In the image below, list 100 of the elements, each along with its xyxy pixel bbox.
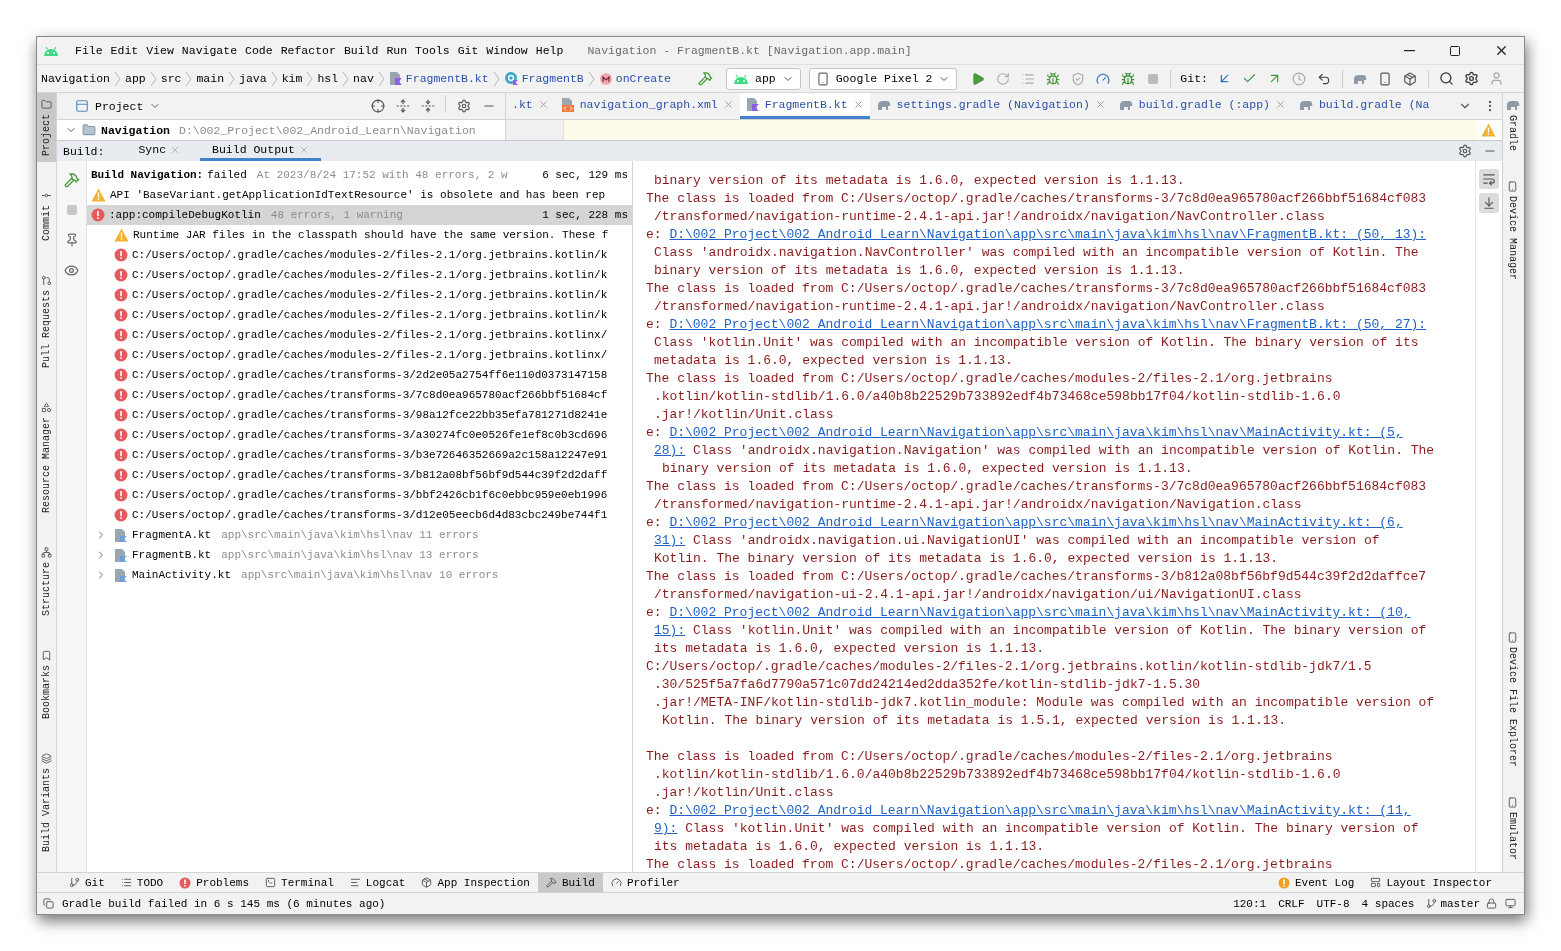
breadcrumb[interactable]: main — [194, 67, 227, 90]
caret-position[interactable]: 120:1 — [1227, 897, 1273, 910]
build-tree-item[interactable]: C:/Users/octop/.gradle/caches/modules-2/files-2.1/org.jetbrains.kotlin/k — [87, 265, 632, 285]
file-link[interactable]: D:\002_Project\002_Android_Learn\Navigation\app\src\main\java\kim\hsl\nav\MainActivity.kt: (5, — [669, 425, 1403, 440]
menu-item[interactable]: Tools — [411, 39, 454, 62]
run-config-dropdown[interactable]: app — [726, 67, 801, 90]
file-link[interactable]: D:\002_Project\002_Android_Learn\Navigation\app\src\main\java\kim\hsl\nav\FragmentB.kt: (50, 13): — [669, 227, 1427, 242]
tool-window-button[interactable]: Pull Requests — [37, 269, 56, 375]
tool-tab[interactable]: Logcat — [341, 873, 414, 892]
build-tree-item[interactable]: C:/Users/octop/.gradle/caches/transforms-3/bbf2426cb1f6c0ebbc959e0eb1996 — [87, 485, 632, 505]
file-link[interactable]: D:\002_Project\002_Android_Learn\Navigation\app\src\main\java\kim\hsl\nav\MainActivity.kt: (6, — [669, 515, 1403, 530]
build-tree-item[interactable]: Runtime JAR files in the classpath should have the same version. These f — [87, 225, 632, 245]
device-dropdown[interactable]: Google Pixel 2 — [808, 67, 958, 90]
menu-item[interactable]: Run — [382, 39, 412, 62]
editor-tab[interactable]: navigation_graph.xml — [554, 93, 740, 119]
build-tree-item[interactable]: C:/Users/octop/.gradle/caches/transforms-3/d12e05eecb6d4d83cbc249be744f1 — [87, 505, 632, 525]
menu-item[interactable]: Git — [453, 39, 483, 62]
editor-tab[interactable]: settings.gradle (Navigation) — [869, 93, 1112, 119]
file-link[interactable]: 31): — [654, 533, 686, 548]
file-link[interactable]: 15): — [654, 623, 686, 638]
close-icon[interactable] — [170, 144, 181, 155]
build-tree-item[interactable]: C:/Users/octop/.gradle/caches/transforms-3/b812a08bf56bf9d544c39f2d2daff — [87, 465, 632, 485]
breadcrumb[interactable]: onCreate — [596, 67, 673, 90]
build-tree-item[interactable]: C:/Users/octop/.gradle/caches/transforms-3/a30274fc0e0526fe1ef8c0b3cd696 — [87, 425, 632, 445]
breadcrumb[interactable]: hsl — [315, 67, 341, 90]
file-link[interactable]: D:\002_Project\002_Android_Learn\Navigation\app\src\main\java\kim\hsl\nav\MainActivity.kt: (11, — [669, 803, 1411, 818]
build-tree-item[interactable]: MainActivity.kt app\src\main\java\kim\hsl\nav 10 errors — [87, 565, 632, 585]
tool-tab[interactable]: Build — [537, 873, 603, 892]
build-tree-item[interactable]: C:/Users/octop/.gradle/caches/modules-2/files-2.1/org.jetbrains.kotlinx/ — [87, 325, 632, 345]
panel-tab[interactable]: Sync — [126, 141, 193, 161]
git-branch[interactable]: master — [1420, 897, 1486, 910]
file-link[interactable]: 9): — [654, 821, 678, 836]
file-link[interactable]: D:\002_Project\002_Android_Learn\Navigation\app\src\main\java\kim\hsl\nav\FragmentB.kt: (50, 27): — [669, 317, 1427, 332]
tool-window-button[interactable]: Build Variants — [37, 747, 56, 859]
build-tree-item[interactable]: C:/Users/octop/.gradle/caches/modules-2/files-2.1/org.jetbrains.kotlinx/ — [87, 345, 632, 365]
build-tree-item[interactable]: FragmentA.kt app\src\main\java\kim\hsl\nav 11 errors — [87, 525, 632, 545]
breadcrumb[interactable]: Navigation — [39, 67, 112, 90]
breadcrumb[interactable]: kim — [279, 67, 305, 90]
tool-window-button[interactable]: Device File Explorer — [1503, 625, 1522, 773]
close-icon[interactable] — [537, 99, 549, 110]
breadcrumb[interactable]: FragmentB — [501, 67, 586, 90]
menu-item[interactable]: View — [142, 39, 178, 62]
tool-window-button[interactable]: Commit — [37, 184, 56, 248]
tool-tab[interactable]: Git — [61, 873, 113, 892]
build-tree-item[interactable]: C:/Users/octop/.gradle/caches/modules-2/files-2.1/org.jetbrains.kotlin/k — [87, 285, 632, 305]
build-tree-item[interactable]: C:/Users/octop/.gradle/caches/transforms-3/2d2e05a2754ff6e110d0373147158 — [87, 365, 632, 385]
build-tree-item[interactable]: :app:compileDebugKotlin 48 errors, 1 warning 1 sec, 228 ms — [87, 205, 632, 225]
breadcrumb[interactable]: java — [237, 67, 269, 90]
menu-item[interactable]: Code — [241, 39, 277, 62]
close-icon[interactable] — [1274, 99, 1286, 110]
menu-item[interactable]: Edit — [106, 39, 143, 62]
tool-window-button[interactable]: Resource Manager — [37, 396, 56, 520]
build-tree-item[interactable]: C:/Users/octop/.gradle/caches/transforms-3/7c8d0ea965780acf266bbf51684cf — [87, 385, 632, 405]
editor-tab[interactable]: .kt — [506, 93, 555, 119]
soft-wrap-button[interactable] — [1479, 169, 1499, 189]
indent-setting[interactable]: 4 spaces — [1355, 897, 1421, 910]
file-link[interactable]: D:\002_Project\002_Android_Learn\Navigation\app\src\main\java\kim\hsl\nav\MainActivity.kt: (10, — [669, 605, 1411, 620]
breadcrumb[interactable]: app — [123, 67, 148, 90]
breadcrumb[interactable]: src — [158, 67, 184, 90]
tool-window-button[interactable]: Structure — [37, 541, 56, 623]
breadcrumb[interactable]: nav — [351, 67, 376, 90]
tool-tab[interactable]: Event Log — [1269, 873, 1363, 892]
editor-tab[interactable]: build.gradle (Na — [1291, 93, 1436, 119]
file-encoding[interactable]: UTF-8 — [1310, 897, 1356, 910]
menu-item[interactable]: Window — [482, 39, 532, 62]
tool-window-button[interactable]: Bookmarks — [37, 644, 56, 726]
panel-toggle-icon[interactable] — [43, 898, 54, 909]
tool-tab[interactable]: TODO — [112, 873, 172, 892]
scroll-to-end-button[interactable] — [1479, 193, 1499, 213]
build-tree-item[interactable]: FragmentB.kt app\src\main\java\kim\hsl\nav 13 errors — [87, 545, 632, 565]
tool-tab[interactable]: Terminal — [257, 873, 342, 892]
editor-tab[interactable]: FragmentB.kt — [739, 93, 870, 119]
tool-tab[interactable]: Profiler — [602, 873, 688, 892]
close-icon[interactable] — [1094, 99, 1106, 110]
menu-item[interactable]: Navigate — [177, 39, 242, 62]
project-root-name[interactable]: Navigation — [101, 123, 170, 137]
menu-item[interactable]: File — [71, 39, 107, 62]
lock-icon[interactable] — [1486, 898, 1497, 909]
editor-tab[interactable]: build.gradle (:app) — [1111, 93, 1292, 119]
menu-item[interactable]: Refactor — [276, 39, 340, 62]
tool-window-button[interactable]: Project — [37, 93, 56, 162]
tool-tab[interactable]: Layout Inspector — [1362, 873, 1500, 892]
menu-item[interactable]: Help — [531, 39, 568, 62]
project-view-dropdown[interactable]: Project — [69, 98, 168, 114]
close-icon[interactable] — [722, 99, 734, 110]
line-separator[interactable]: CRLF — [1272, 897, 1311, 910]
close-icon[interactable] — [298, 144, 309, 155]
tool-tab[interactable]: App Inspection — [413, 873, 538, 892]
build-tree-item[interactable]: API 'BaseVariant.getApplicationIdTextResource' is obsolete and has been rep — [87, 185, 632, 205]
build-tree-item[interactable]: C:/Users/octop/.gradle/caches/modules-2/files-2.1/org.jetbrains.kotlin/k — [87, 245, 632, 265]
breadcrumb[interactable]: FragmentB.kt — [386, 67, 491, 90]
tool-window-button[interactable]: Device Manager — [1503, 175, 1522, 287]
build-tree-item[interactable]: C:/Users/octop/.gradle/caches/transforms-3/b3e72646352669a2c158a12247e91 — [87, 445, 632, 465]
build-tree-item[interactable]: C:/Users/octop/.gradle/caches/transforms-3/98a12fce22bb35efa781271d8241e — [87, 405, 632, 425]
menu-item[interactable]: Build — [339, 39, 383, 62]
build-tree-item[interactable]: Build Navigation: failed At 2023/8/24 17:52 with 48 errors, 2 w 6 sec, 129 ms — [87, 165, 632, 185]
close-icon[interactable] — [852, 99, 864, 110]
tool-window-button[interactable]: Gradle — [1503, 93, 1522, 157]
tool-window-button[interactable]: Emulator — [1503, 791, 1522, 866]
file-link[interactable]: 28): — [654, 443, 686, 458]
